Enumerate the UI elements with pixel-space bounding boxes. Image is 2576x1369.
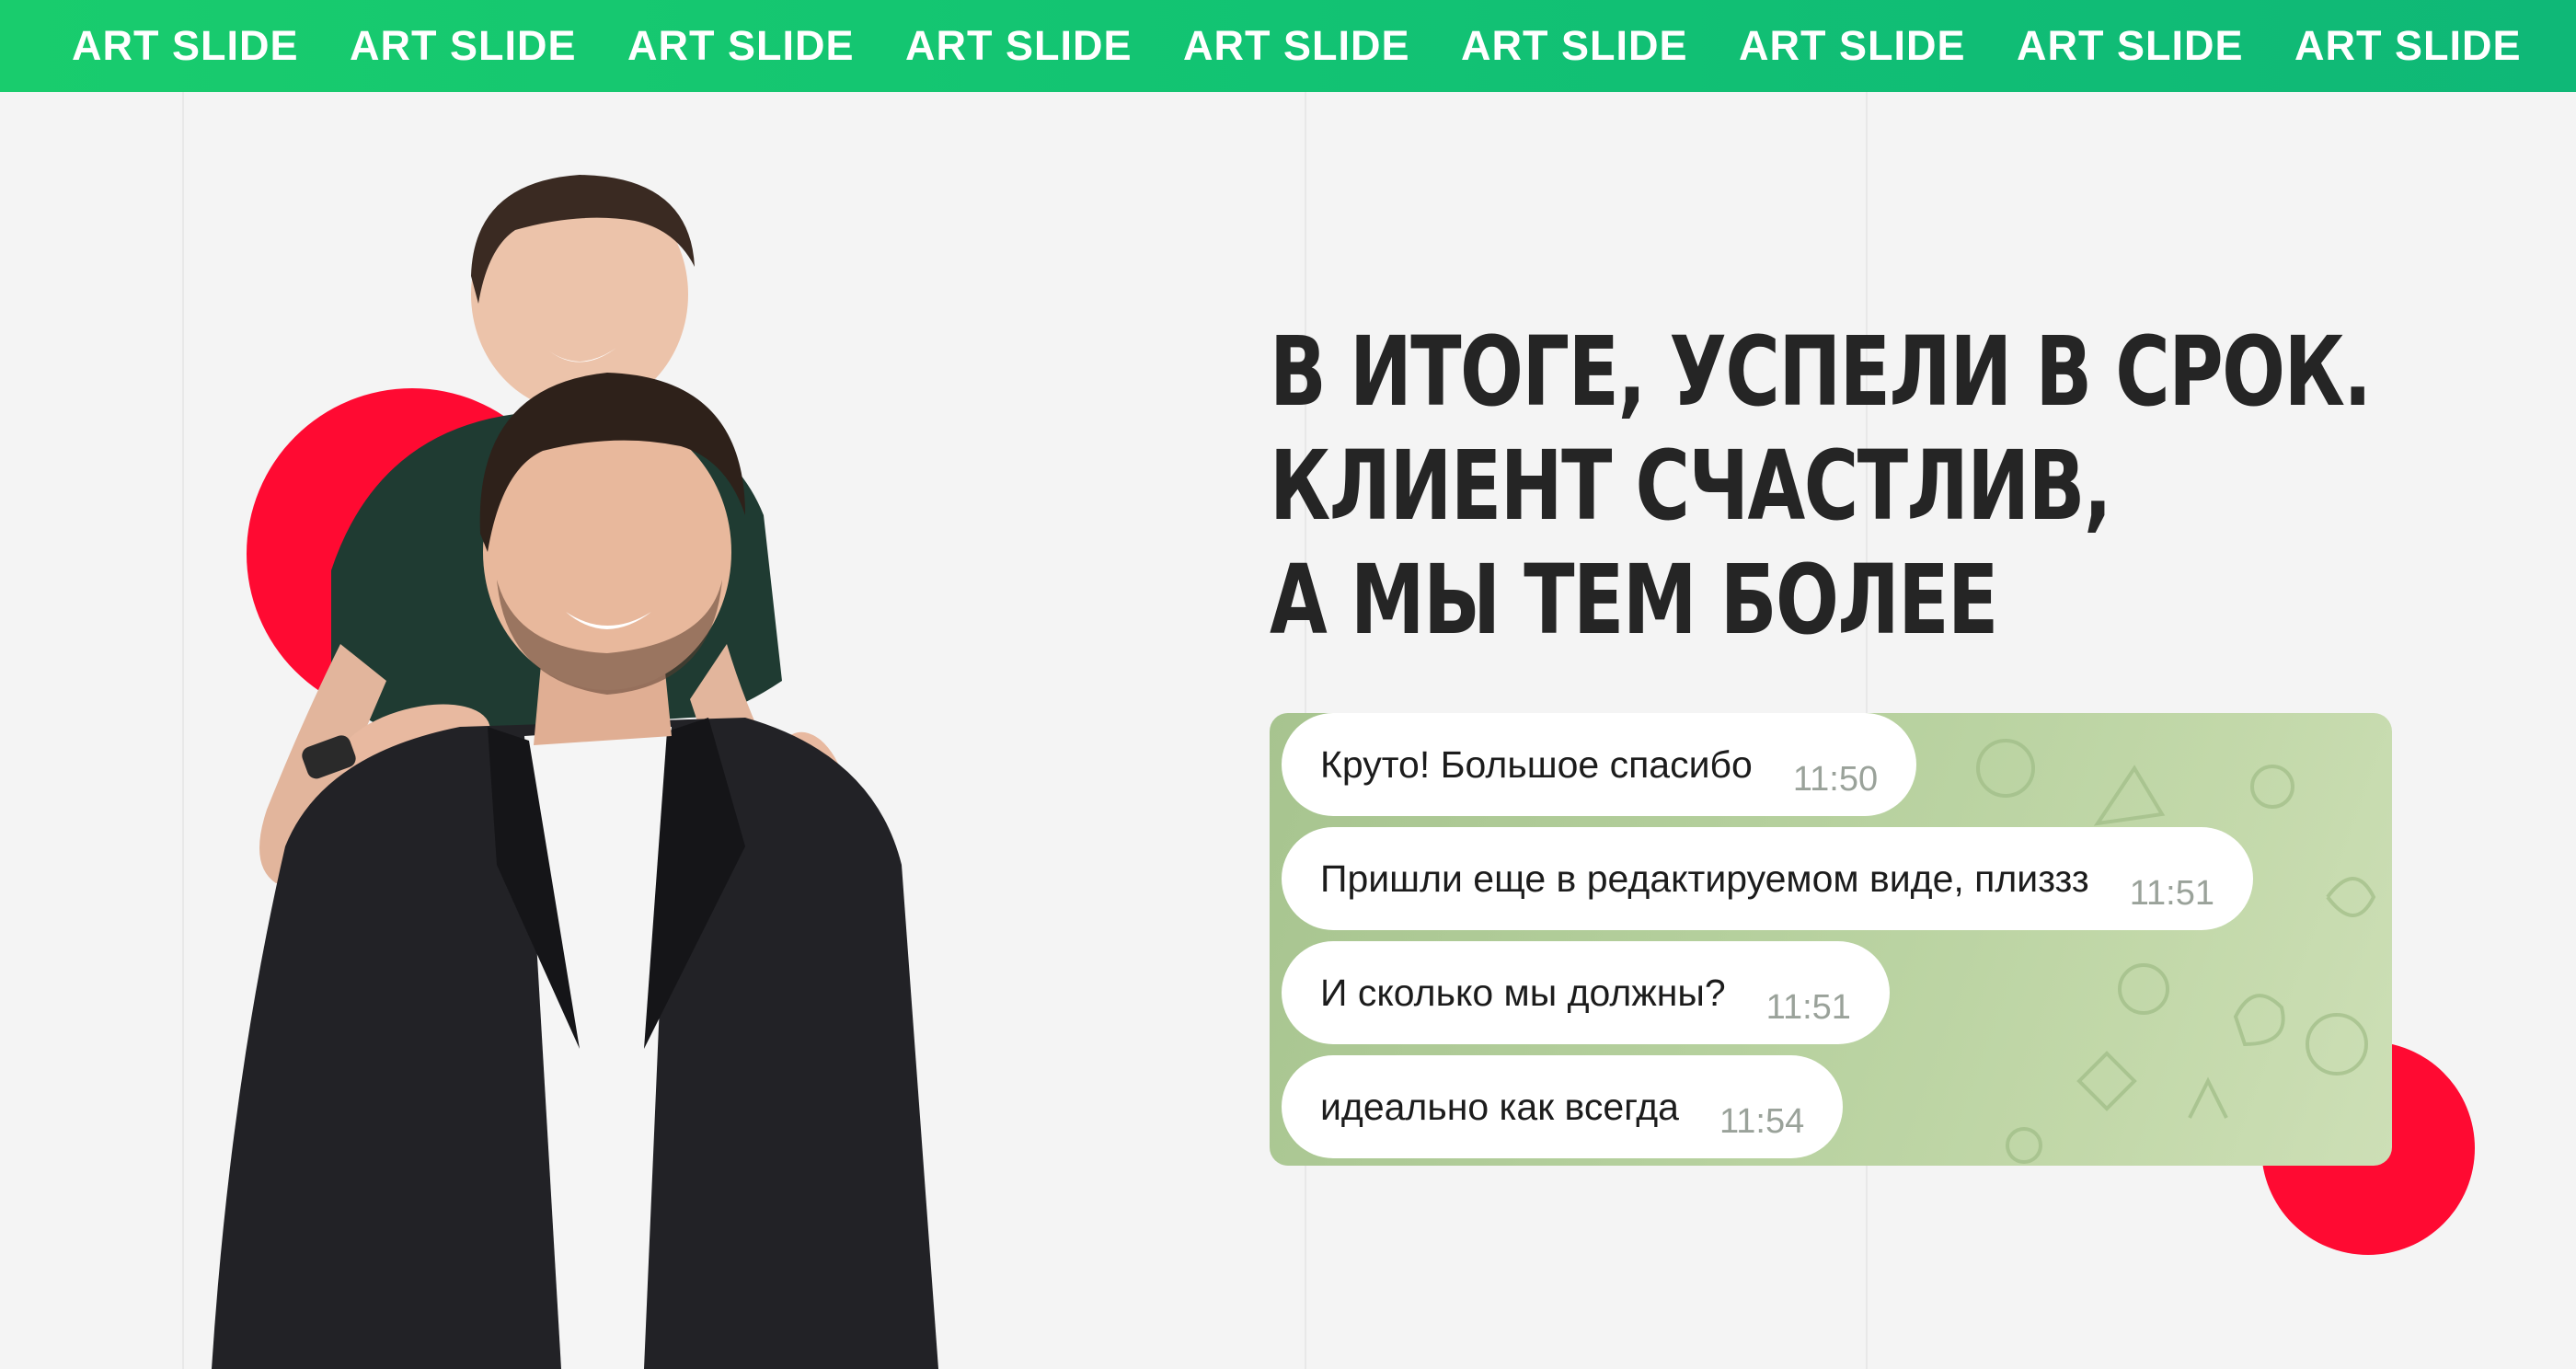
chat-message: идеально как всегда 11:54: [1282, 1055, 1844, 1158]
chat-screenshot: Круто! Большое спасибо 11:50 Пришли еще …: [1270, 713, 2392, 1166]
ticker-item: ART SLIDE: [1461, 22, 1688, 69]
ticker-item: ART SLIDE: [350, 22, 577, 69]
message-time: 11:51: [2129, 873, 2214, 913]
message-text: идеально как всегда: [1320, 1085, 1679, 1128]
message-text: Пришли еще в редактируемом виде, плиззз: [1320, 857, 2089, 900]
ticker-item: ART SLIDE: [627, 22, 855, 69]
ticker-item: ART SLIDE: [905, 22, 1133, 69]
chat-message: Пришли еще в редактируемом виде, плиззз …: [1282, 827, 2253, 930]
ticker-item: ART SLIDE: [2294, 22, 2522, 69]
chat-message: И сколько мы должны? 11:51: [1282, 941, 1890, 1044]
headline-line-2: КЛИЕНТ СЧАСТЛИВ,: [1270, 430, 2112, 542]
team-photo: [212, 175, 938, 1369]
headline-line-3: А МЫ ТЕМ БОЛЕЕ: [1270, 544, 1998, 656]
message-time: 11:54: [1719, 1101, 1805, 1141]
message-text: И сколько мы должны?: [1320, 971, 1726, 1014]
ticker-item: ART SLIDE: [72, 22, 299, 69]
ticker-item: ART SLIDE: [1739, 22, 1966, 69]
message-time: 11:51: [1765, 987, 1851, 1027]
chat-message: Круто! Большое спасибо 11:50: [1282, 713, 1917, 816]
message-time: 11:50: [1792, 759, 1879, 799]
brand-ticker: ART SLIDE ART SLIDE ART SLIDE ART SLIDE …: [0, 0, 2576, 92]
page: ART SLIDE ART SLIDE ART SLIDE ART SLIDE …: [0, 0, 2576, 1369]
message-text: Круто! Большое спасибо: [1320, 742, 1753, 786]
headline-line-1: В ИТОГЕ, УСПЕЛИ В СРОК.: [1270, 316, 2372, 428]
ticker-item: ART SLIDE: [2017, 22, 2244, 69]
grid-line: [182, 92, 184, 1369]
headline: В ИТОГЕ, УСПЕЛИ В СРОК. КЛИЕНТ СЧАСТЛИВ,…: [1270, 315, 2466, 657]
ticker-item: ART SLIDE: [1183, 22, 1410, 69]
